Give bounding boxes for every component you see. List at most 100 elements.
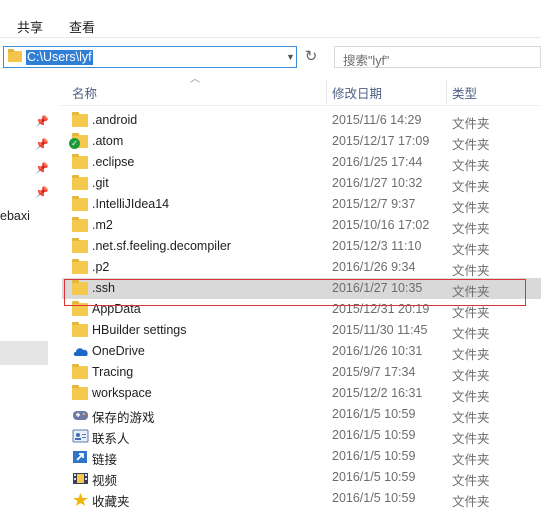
file-date: 2016/1/26 9:34 [332, 260, 416, 274]
file-date: 2015/12/17 17:09 [332, 134, 430, 148]
file-date: 2016/1/26 10:31 [332, 344, 423, 358]
file-name: 保存的游戏 [92, 411, 155, 425]
folder-icon [72, 364, 88, 379]
file-name: 收藏夹 [92, 495, 130, 509]
file-date: 2015/11/6 14:29 [332, 113, 422, 127]
file-row[interactable]: .m2 2015/10/16 17:02 文件夹 [62, 215, 541, 236]
file-name: .IntelliJIdea14 [92, 197, 170, 211]
file-row[interactable]: 联系人 2016/1/5 10:59 文件夹 [62, 425, 541, 446]
file-date: 2016/1/5 10:59 [332, 428, 416, 442]
column-divider[interactable] [446, 80, 447, 104]
file-row[interactable]: OneDrive 2016/1/26 10:31 文件夹 [62, 341, 541, 362]
file-row[interactable]: 链接 2016/1/5 10:59 文件夹 [62, 446, 541, 467]
pin-icon[interactable]: 📌 [35, 163, 49, 175]
folder-icon [72, 217, 88, 232]
file-row[interactable]: 收藏夹 2016/1/5 10:59 文件夹 [62, 488, 541, 509]
file-date: 2015/12/2 16:31 [332, 386, 423, 400]
file-name: .git [92, 176, 109, 190]
file-type: 文件夹 [452, 243, 490, 257]
contacts-icon [72, 429, 89, 443]
folder-icon [72, 238, 88, 253]
file-type: 文件夹 [452, 411, 490, 425]
videos-icon [72, 471, 88, 484]
file-type: 文件夹 [452, 327, 490, 341]
folder-icon [8, 49, 22, 62]
file-name: .p2 [92, 260, 110, 274]
file-date: 2015/11/30 11:45 [332, 323, 428, 337]
file-row[interactable]: .android 2015/11/6 14:29 文件夹 [62, 110, 541, 131]
file-row[interactable]: Tracing 2015/9/7 17:34 文件夹 [62, 362, 541, 383]
file-type: 文件夹 [452, 159, 490, 173]
file-name: 链接 [92, 453, 118, 467]
file-date: 2016/1/5 10:59 [332, 470, 416, 484]
file-row[interactable]: HBuilder settings 2015/11/30 11:45 文件夹 [62, 320, 541, 341]
file-type: 文件夹 [452, 432, 490, 446]
ribbon: 共享 查看 [0, 0, 541, 38]
file-name: .m2 [92, 218, 113, 232]
file-type: 文件夹 [452, 453, 490, 467]
header-divider [60, 105, 541, 106]
file-date: 2016/1/5 10:59 [332, 407, 416, 421]
file-row[interactable]: .p2 2016/1/26 9:34 文件夹 [62, 257, 541, 278]
file-type: 文件夹 [452, 138, 490, 152]
ribbon-divider [0, 37, 541, 38]
folder-icon [72, 154, 88, 169]
file-row[interactable]: 保存的游戏 2016/1/5 10:59 文件夹 [62, 404, 541, 425]
folder-icon [72, 259, 88, 274]
file-type: 文件夹 [452, 180, 490, 194]
chevron-down-icon[interactable]: ▼ [286, 51, 296, 63]
tab-view[interactable]: 查看 [69, 17, 95, 36]
onedrive-icon [72, 345, 88, 358]
file-row[interactable]: .git 2016/1/27 10:32 文件夹 [62, 173, 541, 194]
file-name: HBuilder settings [92, 323, 187, 337]
nav-selected-item[interactable] [0, 341, 48, 365]
file-date: 2015/10/16 17:02 [332, 218, 430, 232]
file-type: 文件夹 [452, 222, 490, 236]
refresh-button[interactable]: ↻ [301, 46, 321, 68]
column-header-name[interactable]: 名称 [72, 83, 97, 102]
file-row[interactable]: 视频 2016/1/5 10:59 文件夹 [62, 467, 541, 488]
pin-icon[interactable]: 📌 [35, 139, 49, 151]
folder-icon [72, 385, 88, 400]
file-date: 2016/1/5 10:59 [332, 491, 416, 505]
address-bar[interactable]: C:\Users\lyf ▼ [3, 46, 297, 68]
nav-item-label[interactable]: ebaxi [0, 209, 30, 223]
navigation-pane [0, 72, 60, 497]
column-divider[interactable] [326, 80, 327, 104]
links-icon [72, 450, 88, 463]
sync-check-icon: ✓ [69, 138, 80, 149]
file-date: 2016/1/25 17:44 [332, 155, 423, 169]
file-date: 2015/12/3 11:10 [332, 239, 422, 253]
search-input[interactable]: 搜索"lyf" [334, 46, 541, 68]
file-type: 文件夹 [452, 117, 490, 131]
file-row[interactable]: .IntelliJIdea14 2015/12/7 9:37 文件夹 [62, 194, 541, 215]
file-row[interactable]: .net.sf.feeling.decompiler 2015/12/3 11:1… [62, 236, 541, 257]
file-date: 2016/1/5 10:59 [332, 449, 416, 463]
folder-icon [72, 112, 88, 127]
highlight-annotation [64, 279, 526, 306]
folder-icon [72, 175, 88, 190]
file-name: .eclipse [92, 155, 135, 169]
file-type: 文件夹 [452, 201, 490, 215]
column-header-date[interactable]: 修改日期 [332, 83, 382, 102]
file-row[interactable]: workspace 2015/12/2 16:31 文件夹 [62, 383, 541, 404]
file-type: 文件夹 [452, 369, 490, 383]
favorites-icon [72, 492, 88, 506]
file-name: 联系人 [92, 432, 130, 446]
file-type: 文件夹 [452, 474, 490, 488]
tab-share[interactable]: 共享 [17, 17, 43, 36]
file-type: 文件夹 [452, 495, 490, 509]
file-name: Tracing [92, 365, 134, 379]
column-header-type[interactable]: 类型 [452, 83, 477, 102]
refresh-icon: ↻ [304, 48, 318, 65]
pin-icon[interactable]: 📌 [35, 187, 49, 199]
file-name: OneDrive [92, 344, 145, 358]
address-path[interactable]: C:\Users\lyf [26, 50, 93, 65]
sort-ascending-icon: ︿ [190, 74, 200, 85]
file-name: .net.sf.feeling.decompiler [92, 239, 231, 253]
file-row[interactable]: ✓ .atom 2015/12/17 17:09 文件夹 [62, 131, 541, 152]
file-row[interactable]: .eclipse 2016/1/25 17:44 文件夹 [62, 152, 541, 173]
file-type: 文件夹 [452, 264, 490, 278]
folder-icon [72, 196, 88, 211]
pin-icon[interactable]: 📌 [35, 116, 49, 128]
